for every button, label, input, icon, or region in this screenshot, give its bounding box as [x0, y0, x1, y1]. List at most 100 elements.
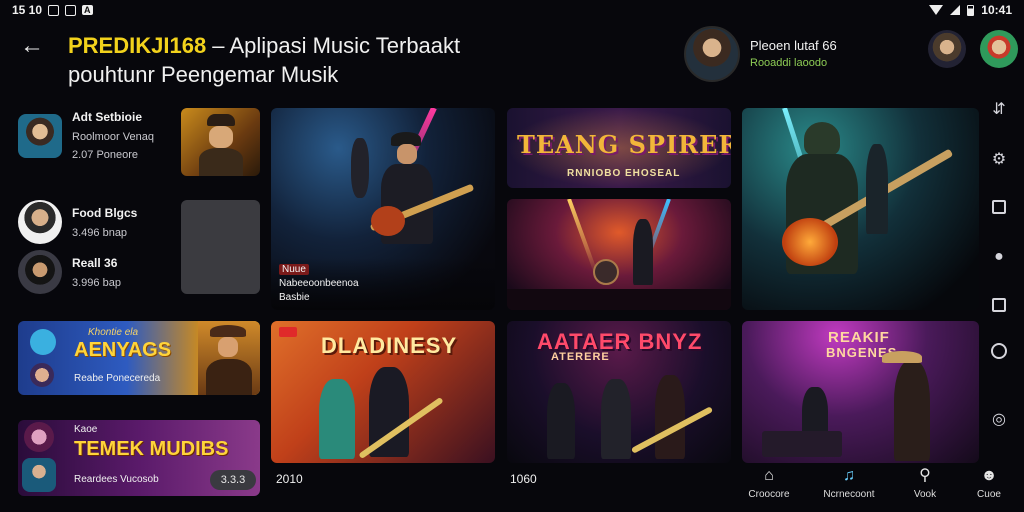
nav-profile[interactable]: ☻ Cuoe [954, 466, 1024, 500]
drop-icon[interactable]: ● [986, 244, 1012, 270]
avatar [18, 200, 62, 244]
gear-icon[interactable]: ⚙ [986, 146, 1012, 172]
app-tag: A [82, 5, 93, 15]
battery-icon [967, 4, 975, 16]
status-left: 15 10 A [12, 3, 93, 17]
face-shape [209, 126, 233, 148]
nav-label: Vook [913, 489, 937, 500]
band-member [655, 375, 685, 459]
featured-card[interactable]: Nuue Nabeeoonbeenoa Basbie [271, 108, 495, 310]
page-subtitle: pouhtunr Peengemar Musik [68, 62, 339, 87]
nav-home[interactable]: ⌂ Croocore [734, 466, 804, 500]
list-item[interactable]: Adt Setbioie Roolmoor Venaq 2.07 Poneore [18, 110, 154, 161]
promo-kicker: Kaoe [74, 424, 98, 435]
guitar-body [371, 206, 405, 236]
search-icon: ⚲ [919, 467, 931, 484]
back-arrow-icon[interactable]: ← [20, 34, 46, 60]
music-icon: ♫ [843, 467, 855, 484]
guitar-body [782, 218, 838, 266]
list-item-title: Reall 36 [72, 255, 118, 270]
thumbnail-placeholder[interactable] [181, 200, 260, 294]
page-title: PREDIKJI168 – Aplipasi Music Terbaakt [68, 33, 460, 59]
count-badge: 3.3.3 [210, 470, 256, 490]
title-dash: – [206, 33, 230, 58]
home-icon: ⌂ [764, 467, 774, 484]
list-item-title: Food Blgcs [72, 205, 138, 220]
banner-card[interactable]: TEANG SPIRER RNNIOBO EHOSEAL [507, 108, 731, 188]
stage-floor [507, 289, 731, 310]
promo-card[interactable]: Khontie ela AENYAGS Reabe Ponecereda [18, 321, 260, 395]
title-accent: PREDIKJI168 [68, 33, 207, 58]
chat-icon[interactable]: ◎ [986, 406, 1012, 432]
box-icon[interactable] [986, 292, 1012, 318]
card-tag: Nuue [279, 264, 309, 275]
card-caption: Nabeeoonbeenoa [279, 278, 359, 289]
status-bar: 15 10 A 10:41 [0, 0, 1024, 22]
album-card[interactable]: AATAER BNYZ ATERERE [507, 321, 731, 463]
clock-icon[interactable] [986, 338, 1012, 364]
nav-search[interactable]: ⚲ Vook [890, 466, 960, 500]
hood-shape [804, 122, 840, 156]
featured-card[interactable] [742, 108, 979, 310]
profile-avatar[interactable] [684, 26, 740, 82]
promo-title: AENYAGS [74, 339, 172, 361]
album-card[interactable]: REAKIF BNGENES [742, 321, 979, 463]
album-title: DLADINESY [321, 333, 458, 358]
list-item[interactable]: Food Blgcs 3.496 bnap [18, 200, 137, 244]
status-right: 10:41 [929, 3, 1012, 17]
filter-icon[interactable]: ⇵ [986, 96, 1012, 122]
release-year: 1060 [510, 472, 537, 486]
clock: 10:41 [981, 3, 1012, 17]
list-item-meta: 3.996 bap [72, 276, 121, 289]
list-item-title: Adt Setbioie [72, 110, 143, 124]
band-member [601, 379, 631, 459]
stage-light [567, 199, 599, 275]
artist-image [198, 321, 260, 395]
face-shape [397, 144, 417, 164]
nav-label: Ncrnecoont [823, 489, 875, 500]
square-icon[interactable] [986, 194, 1012, 220]
hat-shape [207, 114, 235, 126]
status-left-text: 15 10 [12, 3, 43, 17]
profile-icon: ☻ [980, 467, 998, 484]
body-shape [206, 359, 252, 395]
square-shape [992, 200, 1006, 214]
banner-subtitle: RNNIOBO EHOSEAL [567, 168, 681, 179]
nav-label: Croocore [748, 489, 790, 500]
nav-label: Cuoe [977, 489, 1001, 500]
list-item[interactable]: Reall 36 3.996 bap [18, 250, 121, 294]
band-member [547, 383, 575, 459]
nav-music[interactable]: ♫ Ncrnecoont [814, 466, 884, 500]
promo-subtitle: Reabe Ponecereda [74, 373, 161, 384]
concert-card[interactable] [507, 199, 731, 310]
body-shape [199, 148, 243, 176]
face-shape [218, 337, 238, 357]
signal-icon [950, 5, 961, 15]
album-card[interactable]: DLADINESY [271, 321, 495, 463]
thumbnail-image[interactable] [181, 108, 260, 176]
album-subtitle: ATERERE [551, 351, 610, 363]
promo-subtitle: Reardees Vucosob [74, 474, 159, 485]
user-avatar[interactable] [928, 30, 966, 68]
circle-shape [991, 343, 1007, 359]
avatar [18, 113, 62, 158]
promo-kicker: Khontie ela [88, 327, 139, 338]
avatar [18, 250, 62, 294]
saxophonist [894, 361, 930, 461]
globe-icon [30, 329, 56, 355]
list-item-meta: Roolmoor Venaq [72, 131, 154, 143]
guitarist [633, 219, 653, 285]
wifi-icon [929, 5, 944, 15]
release-year: 2010 [276, 472, 303, 486]
hat-shape [210, 325, 246, 337]
album-title: REAKIF [828, 329, 890, 346]
avatar [30, 363, 54, 387]
account-avatar[interactable] [980, 30, 1018, 68]
avatar [22, 458, 56, 492]
promo-title: TEMEK MUDIBS [74, 438, 229, 460]
notification-icon-2 [65, 4, 77, 16]
band-member [866, 144, 888, 234]
title-rest: Aplipasi Music Terbaakt [229, 33, 461, 58]
keyboard [762, 431, 842, 457]
profile-name[interactable]: Pleoen lutaf 66 [750, 38, 837, 53]
